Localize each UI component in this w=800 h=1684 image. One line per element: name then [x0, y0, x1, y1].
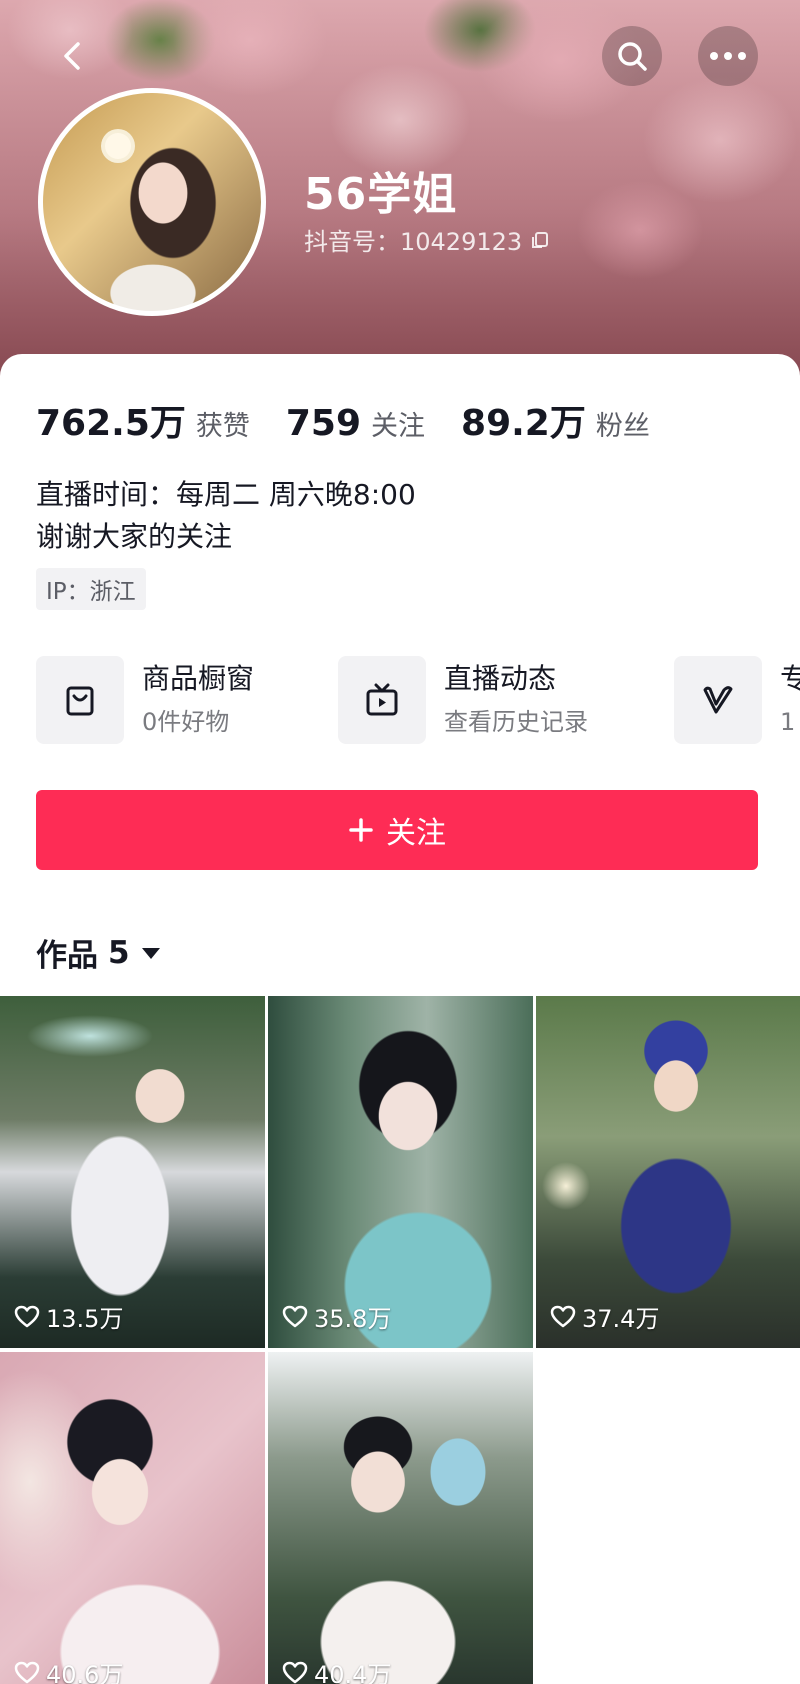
bio-line-1: 直播时间：每周二 周六晚8:00	[36, 478, 416, 511]
entry-subtitle: 1	[780, 708, 796, 736]
feature-entries: 商品橱窗 0件好物 直播动态 查看历史记录 专 1	[36, 656, 800, 748]
shop-bag-icon	[66, 686, 94, 716]
entry-title: 商品橱窗	[142, 662, 255, 695]
heart-icon	[14, 1661, 40, 1683]
entry-subtitle: 0件好物	[142, 708, 230, 736]
like-count-text: 37.4万	[582, 1305, 660, 1333]
heart-icon	[550, 1305, 576, 1327]
douyin-id[interactable]: 抖音号：10429123	[304, 222, 550, 257]
like-count-text: 13.5万	[46, 1305, 124, 1333]
like-count: 35.8万	[282, 1299, 391, 1334]
douyin-id-text: 抖音号：10429123	[304, 228, 523, 256]
v-check-icon	[703, 686, 733, 714]
like-count-text: 40.6万	[46, 1661, 124, 1684]
heart-icon	[282, 1305, 308, 1327]
entry-shop-window[interactable]: 商品橱窗 0件好物	[36, 656, 254, 744]
more-dots-icon	[710, 52, 746, 60]
like-count: 13.5万	[14, 1299, 123, 1334]
like-count-text: 40.4万	[314, 1661, 392, 1684]
search-icon	[618, 42, 647, 71]
like-count-text: 35.8万	[314, 1305, 392, 1333]
follow-button-label: 关注	[386, 816, 446, 851]
entry-icon-box	[338, 656, 426, 744]
chevron-left-icon	[64, 42, 80, 70]
copy-icon[interactable]	[530, 230, 550, 250]
avatar[interactable]	[38, 88, 266, 316]
works-label: 作品	[36, 938, 98, 974]
back-button[interactable]	[42, 26, 102, 86]
likes-label: 获赞	[195, 411, 250, 442]
entry-subtitle: 查看历史记录	[444, 708, 588, 736]
like-count: 40.4万	[282, 1655, 391, 1684]
entry-live-history[interactable]: 直播动态 查看历史记录	[338, 656, 588, 744]
bio: 直播时间：每周二 周六晚8:00 谢谢大家的关注	[36, 474, 416, 558]
entry-special[interactable]: 专 1	[674, 656, 800, 744]
like-count: 37.4万	[550, 1299, 659, 1334]
profile-name: 56学姐	[304, 169, 458, 220]
heart-icon	[14, 1305, 40, 1327]
heart-icon	[282, 1661, 308, 1683]
ip-location-tag: IP：浙江	[36, 568, 146, 610]
video-thumbnail[interactable]: 37.4万	[536, 996, 800, 1348]
works-count: 5	[108, 934, 130, 971]
bio-line-2: 谢谢大家的关注	[36, 520, 233, 553]
entry-title: 直播动态	[444, 662, 557, 695]
fans-label: 粉丝	[595, 411, 650, 442]
following-count[interactable]: 759	[286, 403, 361, 444]
following-label: 关注	[371, 411, 426, 442]
stats-row: 762.5万 获赞 759 关注 89.2万 粉丝	[36, 394, 686, 446]
tab-works[interactable]: 作品 5	[36, 930, 162, 975]
like-count: 40.6万	[14, 1655, 123, 1684]
plus-icon	[349, 818, 373, 842]
search-button[interactable]	[602, 26, 662, 86]
entry-icon-box	[36, 656, 124, 744]
video-thumbnail[interactable]: 35.8万	[268, 996, 533, 1348]
entry-title: 专	[780, 662, 800, 695]
fans-count[interactable]: 89.2万	[461, 394, 586, 446]
profile-card: 762.5万 获赞 759 关注 89.2万 粉丝 直播时间：每周二 周六晚8:…	[0, 354, 800, 994]
video-thumbnail[interactable]: 40.6万	[0, 1352, 265, 1684]
video-thumbnail[interactable]: 13.5万	[0, 996, 265, 1348]
tv-icon	[366, 683, 398, 716]
caret-down-icon	[141, 947, 160, 959]
entry-icon-box	[674, 656, 762, 744]
follow-button[interactable]: 关注	[36, 790, 758, 870]
likes-count[interactable]: 762.5万	[36, 394, 186, 446]
avatar-flower	[105, 133, 131, 159]
video-thumbnail[interactable]: 40.4万	[268, 1352, 533, 1684]
more-button[interactable]	[698, 26, 758, 86]
